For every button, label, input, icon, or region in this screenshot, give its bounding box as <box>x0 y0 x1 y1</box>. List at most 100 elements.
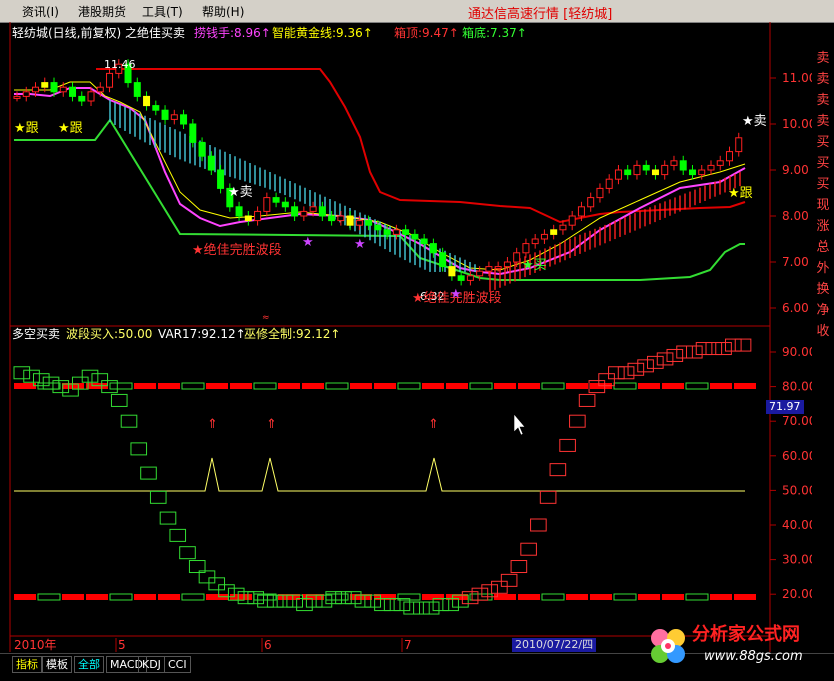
side-tab-8[interactable]: 涨 <box>815 220 831 234</box>
candle-body <box>41 82 49 88</box>
threshold-segment <box>566 383 588 389</box>
threshold-segment <box>181 593 205 601</box>
watermark-logo: 分析家公式网 www.88gs.com <box>640 616 834 678</box>
candle-body <box>716 160 724 166</box>
price-tick-label: 7.00 <box>782 255 809 269</box>
oscillator-box <box>169 528 187 542</box>
threshold-segment <box>566 594 588 600</box>
candle-body <box>513 252 521 263</box>
candle-body <box>735 137 743 153</box>
candle-body <box>587 197 595 208</box>
menu-tools[interactable]: 工具(T) <box>142 3 183 20</box>
oscillator-box <box>520 542 537 556</box>
oscillator-box <box>530 518 547 532</box>
candle-body <box>577 206 585 217</box>
candle-body <box>439 252 447 268</box>
oscillator-box <box>695 342 713 356</box>
oscillator-box <box>442 598 459 612</box>
candle-body <box>494 266 502 270</box>
side-tab-11[interactable]: 换 <box>815 283 831 297</box>
candle-body <box>235 206 243 217</box>
candle-body <box>291 206 299 217</box>
tab-all[interactable]: 全部 <box>74 656 104 673</box>
sub-indicator-var17: VAR17:92.12↑ <box>158 327 246 341</box>
candle-body <box>263 197 271 212</box>
candle-body <box>466 275 474 281</box>
threshold-segment <box>590 594 612 600</box>
threshold-segment <box>350 383 372 389</box>
side-tab-9[interactable]: 总 <box>815 241 831 255</box>
threshold-segment <box>109 593 133 601</box>
oscillator-boxes <box>13 338 752 615</box>
indicator-golden-line: 智能黄金线:9.36↑ <box>272 25 373 40</box>
threshold-segment <box>613 382 637 390</box>
side-tab-1[interactable]: 卖 <box>815 73 831 87</box>
candle-body <box>605 178 613 189</box>
oscillator-box <box>413 601 430 615</box>
oscillator-box <box>335 591 352 605</box>
follow-signal-1: ★跟 <box>14 121 39 136</box>
threshold-segment <box>494 383 516 389</box>
tab-template[interactable]: 模板 <box>42 656 72 673</box>
menu-bar: 资讯(I) 港股期货 工具(T) 帮助(H) 通达信高速行情 [轻纺城] <box>0 0 834 23</box>
candle-body <box>207 155 215 171</box>
candle-body <box>661 164 669 176</box>
candle-body <box>476 270 484 277</box>
threshold-segment <box>253 382 277 390</box>
indicator-box-bottom: 箱底:7.37↑ <box>462 25 527 40</box>
threshold-segment <box>541 382 565 390</box>
side-tab-4[interactable]: 买 <box>815 136 831 150</box>
side-tab-0[interactable]: 卖 <box>815 52 831 66</box>
mouse-cursor-icon <box>513 413 526 436</box>
flower-logo-icon <box>651 629 685 663</box>
threshold-segment <box>518 594 540 600</box>
divider-marker: ≈ <box>262 313 270 323</box>
stock-chart[interactable]: 轻纺城(日线,前复权) 之绝佳买卖 捞钱手:8.96↑ 智能黄金线:9.36↑ … <box>0 22 834 677</box>
buy-signal: ★买 <box>522 258 547 273</box>
side-tab-2[interactable]: 卖 <box>815 94 831 108</box>
threshold-segment <box>325 382 349 390</box>
candle-body <box>383 229 391 235</box>
oscillator-box <box>549 463 567 477</box>
side-tab-10[interactable]: 外 <box>815 262 831 276</box>
side-tab-5[interactable]: 买 <box>815 157 831 171</box>
tab-cci[interactable]: CCI <box>164 656 191 673</box>
side-tab-13[interactable]: 收 <box>815 325 831 339</box>
threshold-segment <box>158 383 180 389</box>
threshold-segment <box>685 593 709 601</box>
tab-kdj[interactable]: KDJ <box>138 656 165 673</box>
threshold-segment <box>158 594 180 600</box>
high-price-label: 11.46 <box>104 58 136 71</box>
side-tab-3[interactable]: 卖 <box>815 115 831 129</box>
star-marker-2: ★ <box>354 237 366 252</box>
candle-body <box>540 233 548 240</box>
candle-body <box>13 95 21 99</box>
menu-info[interactable]: 资讯(I) <box>22 3 59 20</box>
candle-body <box>189 123 197 143</box>
side-tab-7[interactable]: 现 <box>815 199 831 213</box>
oscillator-box <box>149 490 167 504</box>
oscillator-box <box>491 580 508 594</box>
box-bottom-line <box>14 118 745 281</box>
threshold-segment <box>541 593 565 601</box>
app-title: 通达信高速行情 [轻纺城] <box>468 7 613 22</box>
candle-body <box>170 114 178 120</box>
candle-body <box>707 164 715 171</box>
current-value-box: 71.97 <box>766 400 804 414</box>
oscillator-box <box>500 573 518 587</box>
side-tab-6[interactable]: 买 <box>815 178 831 192</box>
wave-signal-1: ★绝佳完胜波段 <box>192 242 282 258</box>
menu-hk-futures[interactable]: 港股期货 <box>78 3 126 20</box>
tab-indicator[interactable]: 指标 <box>12 656 42 673</box>
threshold-segment <box>37 593 61 601</box>
candle-body <box>614 169 622 180</box>
oscillator-box <box>179 546 196 560</box>
menu-help[interactable]: 帮助(H) <box>202 3 244 20</box>
candle-body <box>457 275 465 281</box>
candlesticks <box>13 59 743 286</box>
candle-body <box>531 238 539 245</box>
threshold-segment <box>613 593 637 601</box>
candle-body <box>485 266 493 272</box>
side-tab-12[interactable]: 净 <box>815 304 831 318</box>
oscillator-box <box>676 345 693 359</box>
